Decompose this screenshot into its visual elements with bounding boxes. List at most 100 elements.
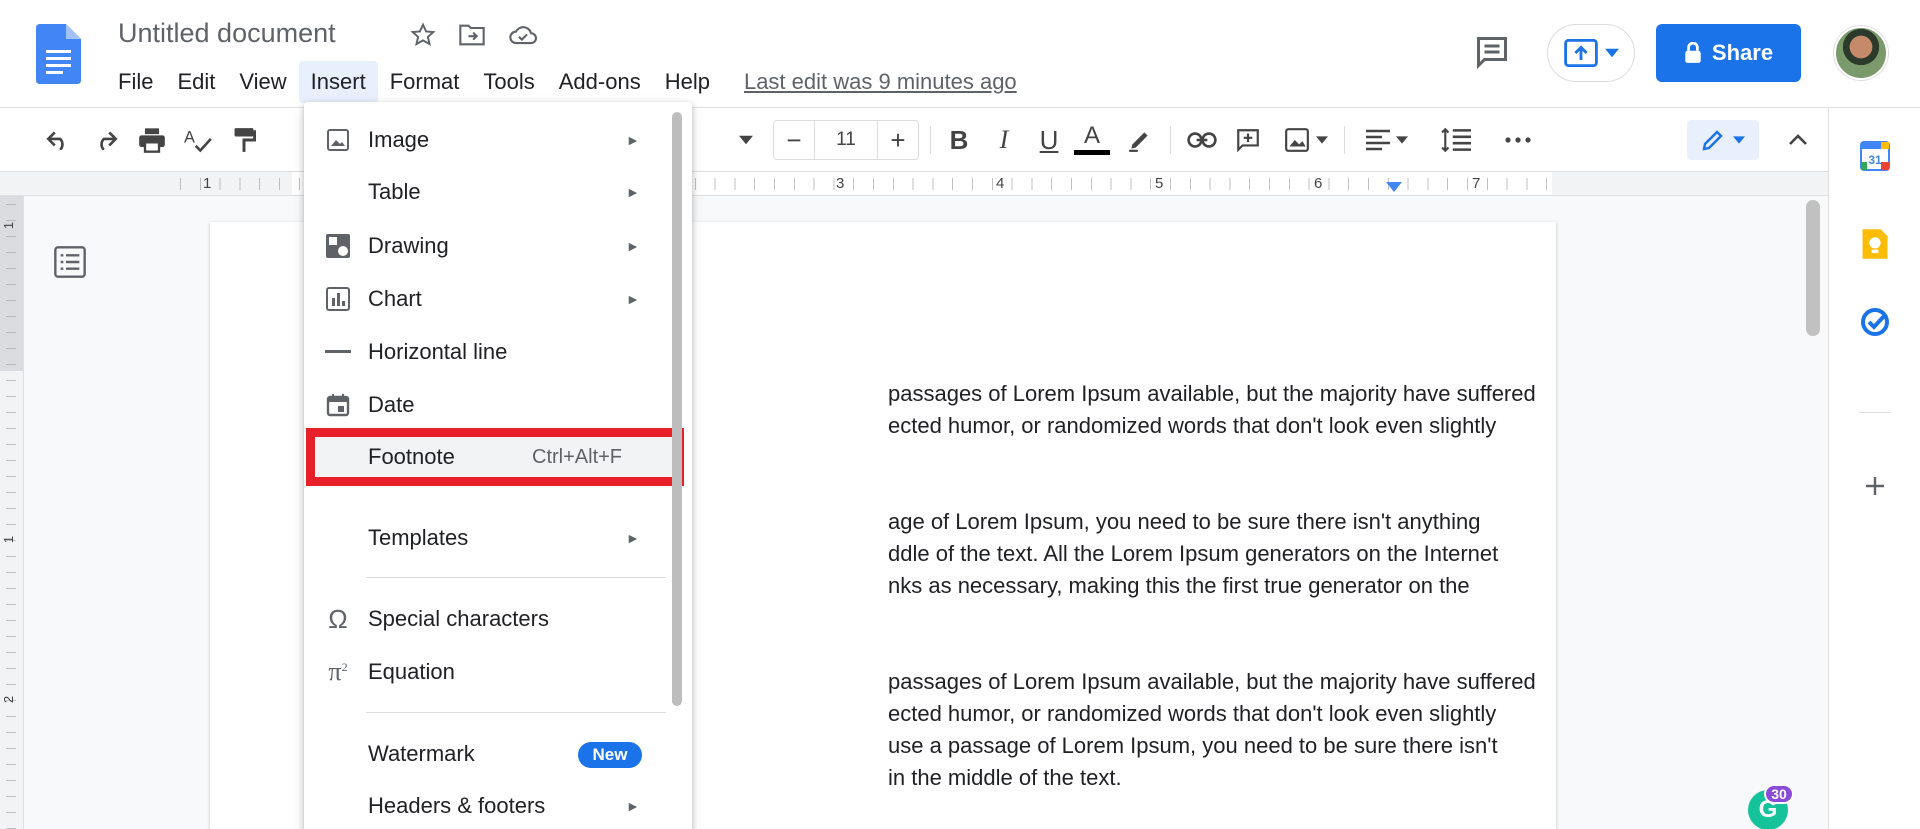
- insert-table-label: Table: [368, 179, 421, 204]
- redo-icon[interactable]: [88, 122, 124, 158]
- hide-menus-icon[interactable]: [1780, 122, 1816, 158]
- comment-history-icon[interactable]: [1474, 34, 1510, 70]
- document-scrollbar[interactable]: [1806, 200, 1820, 336]
- paragraph-line: nks as necessary, making this the first …: [888, 573, 1470, 598]
- submenu-arrow-icon: ►: [626, 798, 640, 814]
- insert-headers-footers-label: Headers & footers: [368, 793, 546, 818]
- menu-divider: [366, 577, 666, 578]
- submenu-arrow-icon: ►: [626, 132, 640, 148]
- vertical-ruler[interactable]: 1 1 2: [0, 196, 24, 829]
- text-color-icon[interactable]: A: [1074, 122, 1110, 158]
- add-comment-icon[interactable]: [1230, 122, 1266, 158]
- insert-image-icon[interactable]: [1278, 122, 1334, 158]
- submenu-arrow-icon: ►: [626, 291, 640, 307]
- toolbar: A − 11 + B I U A: [0, 108, 1828, 172]
- insert-watermark-item[interactable]: Watermark New: [304, 730, 664, 778]
- menu-add-ons[interactable]: Add-ons: [547, 61, 653, 103]
- paragraph-line: use a passage of Lorem Ipsum, you need t…: [888, 733, 1498, 758]
- menu-file[interactable]: File: [106, 61, 165, 103]
- insert-table-item[interactable]: Table ►: [304, 168, 664, 216]
- document-title[interactable]: Untitled document: [118, 18, 336, 49]
- move-folder-icon[interactable]: [457, 20, 487, 50]
- lock-icon: [1685, 42, 1701, 63]
- share-button[interactable]: Share: [1656, 24, 1801, 82]
- grammarly-count-badge: 30: [1764, 784, 1794, 804]
- chevron-down-icon: [1605, 48, 1619, 58]
- menu-divider: [366, 712, 666, 713]
- bold-icon[interactable]: B: [941, 122, 977, 158]
- paragraph-line: in the middle of the text.: [888, 765, 1122, 790]
- docs-logo-icon[interactable]: [36, 24, 81, 84]
- avatar[interactable]: [1834, 26, 1888, 80]
- menu-tools[interactable]: Tools: [471, 61, 546, 103]
- keep-icon[interactable]: [1857, 226, 1893, 262]
- vruler-number: 1: [1, 535, 17, 544]
- editing-mode-button[interactable]: [1687, 120, 1759, 160]
- horizontal-ruler[interactable]: 1 3 4 5 6 7: [0, 172, 1828, 196]
- insert-equation-item[interactable]: π2 Equation: [304, 648, 664, 696]
- underline-icon[interactable]: U: [1031, 122, 1067, 158]
- insert-chart-item[interactable]: Chart ►: [304, 275, 664, 323]
- new-badge: New: [578, 742, 642, 768]
- share-label: Share: [1711, 40, 1774, 65]
- present-button[interactable]: [1547, 24, 1635, 82]
- insert-date-item[interactable]: Date: [304, 381, 664, 429]
- chevron-down-icon: [1733, 136, 1745, 144]
- insert-headers-footers-item[interactable]: Headers & footers ►: [304, 782, 664, 829]
- right-indent-marker[interactable]: [1386, 182, 1402, 192]
- paragraph-line: ddle of the text. All the Lorem Ipsum ge…: [888, 541, 1499, 566]
- spellcheck-icon[interactable]: A: [180, 122, 216, 158]
- ruler-number: 3: [836, 175, 845, 192]
- insert-watermark-label: Watermark: [368, 741, 475, 766]
- increase-font-size-button[interactable]: +: [878, 121, 918, 159]
- line-spacing-icon[interactable]: [1438, 122, 1474, 158]
- submenu-arrow-icon: ►: [626, 184, 640, 200]
- insert-horizontal-line-label: Horizontal line: [368, 339, 508, 364]
- star-icon[interactable]: [408, 20, 438, 50]
- paragraph-line: passages of Lorem Ipsum available, but t…: [888, 381, 1536, 406]
- menu-edit[interactable]: Edit: [165, 61, 227, 103]
- omega-icon: Ω: [328, 603, 348, 634]
- insert-templates-label: Templates: [368, 525, 469, 550]
- pi-icon: π2: [328, 657, 348, 686]
- tasks-icon[interactable]: [1857, 304, 1893, 340]
- ruler-number: 6: [1314, 175, 1323, 192]
- paragraph-line: ected humor, or randomized words that do…: [888, 701, 1497, 726]
- insert-image-item[interactable]: Image ►: [304, 116, 664, 164]
- menu-bar: File Edit View Insert Format Tools Add-o…: [106, 60, 1017, 104]
- chart-icon: [324, 285, 352, 313]
- menu-format[interactable]: Format: [378, 61, 472, 103]
- paint-format-icon[interactable]: [226, 122, 262, 158]
- more-options-icon[interactable]: [1500, 122, 1536, 158]
- document-outline-icon[interactable]: [54, 246, 86, 278]
- menu-help[interactable]: Help: [653, 61, 722, 103]
- calendar-icon[interactable]: 31: [1857, 138, 1893, 174]
- undo-icon[interactable]: [40, 122, 76, 158]
- menu-scrollbar[interactable]: [672, 112, 682, 706]
- insert-link-icon[interactable]: [1184, 122, 1220, 158]
- insert-drawing-item[interactable]: Drawing ►: [304, 222, 664, 270]
- menu-view[interactable]: View: [227, 61, 298, 103]
- insert-horizontal-line-item[interactable]: Horizontal line: [304, 328, 664, 376]
- last-edit-link[interactable]: Last edit was 9 minutes ago: [744, 69, 1017, 95]
- calendar-icon: [324, 391, 352, 419]
- insert-equation-label: Equation: [368, 659, 455, 684]
- print-icon[interactable]: [134, 122, 170, 158]
- insert-templates-item[interactable]: Templates ►: [304, 514, 664, 562]
- font-dropdown-arrow-icon[interactable]: [728, 122, 764, 158]
- paragraph-line: age of Lorem Ipsum, you need to be sure …: [888, 509, 1481, 534]
- highlight-color-icon[interactable]: [1122, 122, 1158, 158]
- menu-insert[interactable]: Insert: [298, 61, 378, 103]
- insert-drawing-label: Drawing: [368, 233, 449, 258]
- submenu-arrow-icon: ►: [626, 238, 640, 254]
- insert-special-characters-item[interactable]: Ω Special characters: [304, 595, 664, 643]
- font-size-input[interactable]: 11: [814, 121, 878, 159]
- paragraph-line: passages of Lorem Ipsum available, but t…: [888, 669, 1536, 694]
- cloud-saved-icon[interactable]: [508, 20, 538, 50]
- get-add-ons-icon[interactable]: [1857, 468, 1893, 504]
- decrease-font-size-button[interactable]: −: [774, 121, 814, 159]
- footnote-highlight-box: [306, 428, 684, 486]
- italic-icon[interactable]: I: [986, 122, 1022, 158]
- align-icon[interactable]: [1362, 122, 1412, 158]
- insert-chart-label: Chart: [368, 286, 422, 311]
